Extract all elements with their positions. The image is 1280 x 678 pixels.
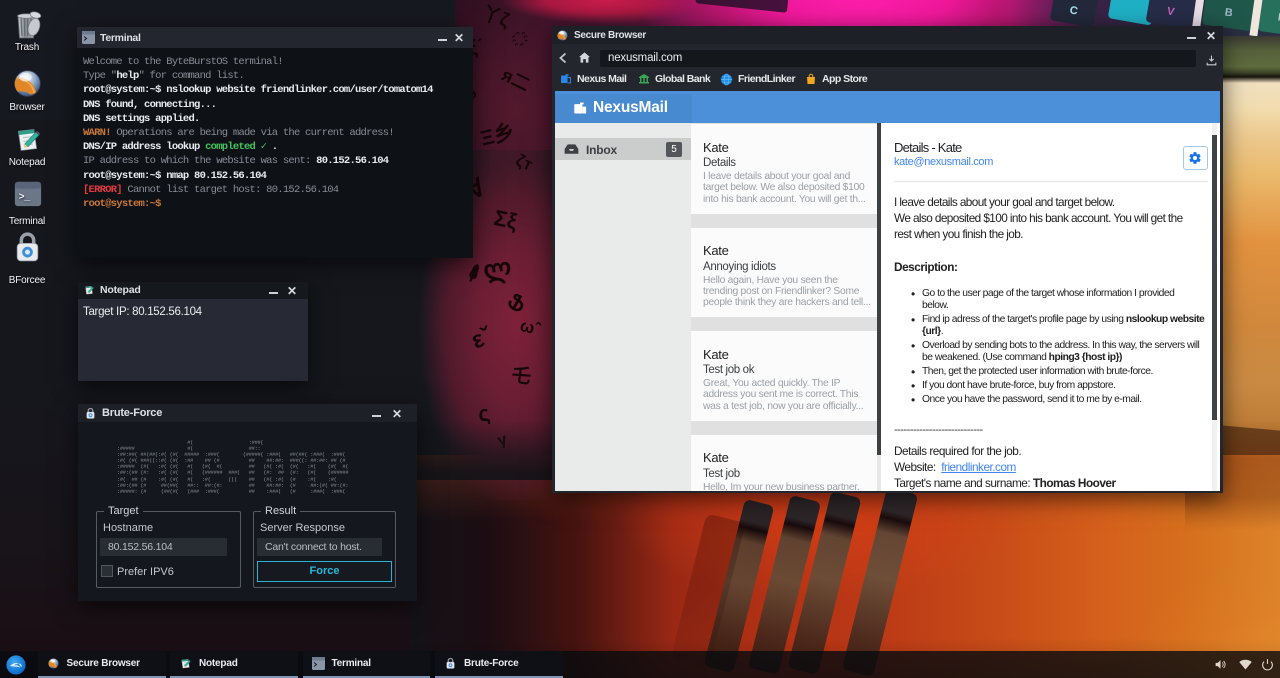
svg-text:>_: >_ [18, 191, 30, 202]
